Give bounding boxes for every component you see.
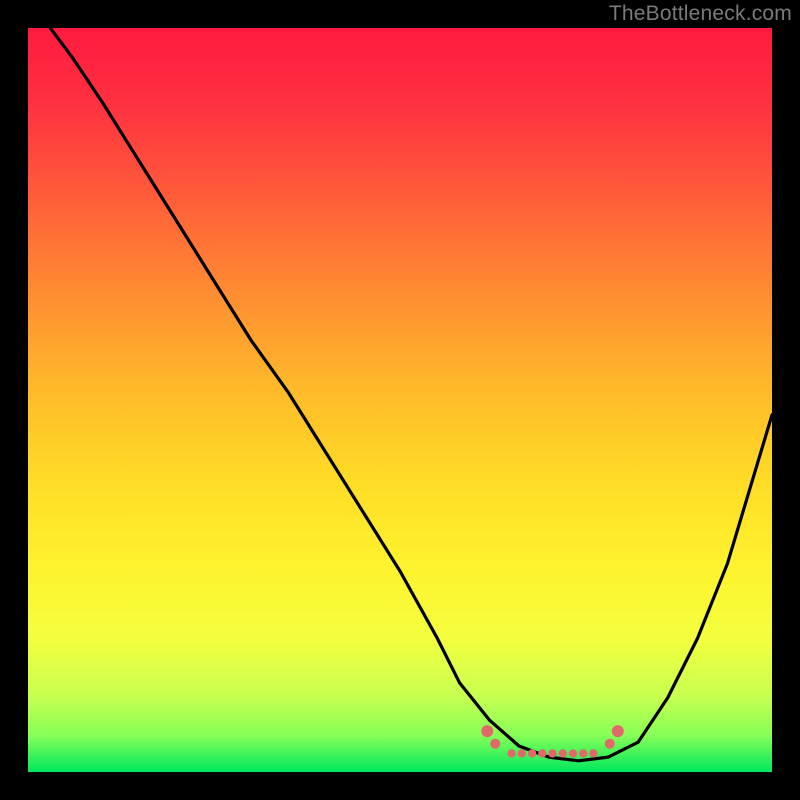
optimal-marker xyxy=(559,749,567,757)
chart-container: TheBottleneck.com xyxy=(0,0,800,800)
optimal-marker xyxy=(579,749,587,757)
optimal-marker xyxy=(569,749,577,757)
optimal-marker xyxy=(538,749,546,757)
optimal-marker xyxy=(518,749,526,757)
optimal-marker xyxy=(481,725,493,737)
heat-gradient-area xyxy=(28,28,772,772)
watermark-text: TheBottleneck.com xyxy=(609,2,792,26)
optimal-marker xyxy=(528,749,536,757)
optimal-marker xyxy=(605,739,615,749)
optimal-marker xyxy=(589,749,597,757)
optimal-marker xyxy=(548,749,556,757)
optimal-marker xyxy=(507,749,515,757)
bottleneck-chart xyxy=(0,0,800,800)
optimal-marker xyxy=(612,725,624,737)
optimal-marker xyxy=(490,739,500,749)
